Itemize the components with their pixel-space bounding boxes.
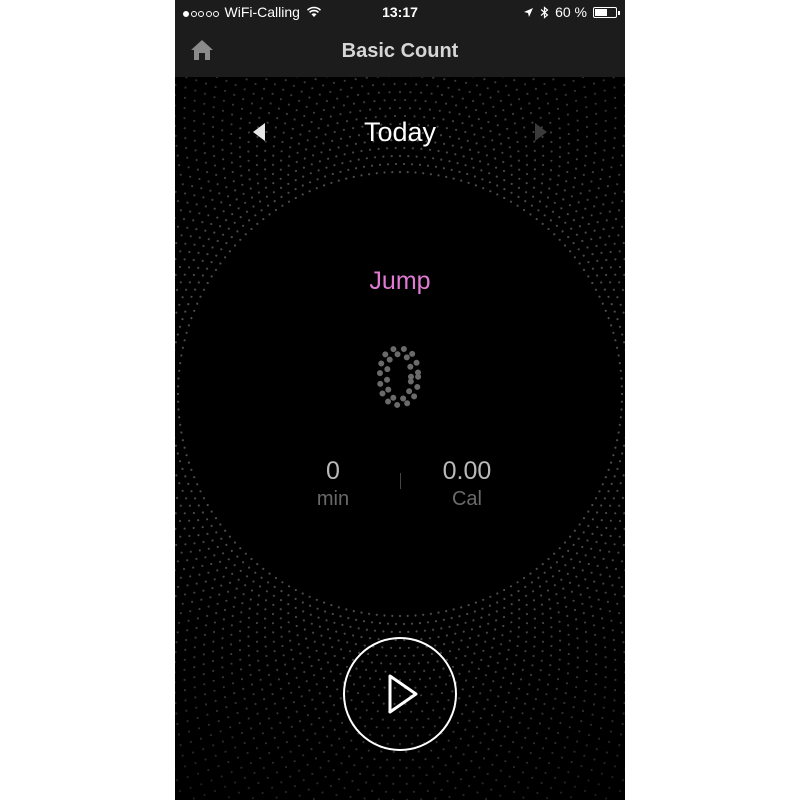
duration-unit: min xyxy=(316,488,350,510)
calories-value: 0.00 xyxy=(442,457,492,485)
chevron-right-icon[interactable] xyxy=(535,123,547,141)
jump-count-display: 0 xyxy=(374,344,425,416)
navigation-bar: Basic Count xyxy=(175,24,625,77)
date-label: Today xyxy=(363,117,437,147)
duration-value: 0 xyxy=(326,457,340,485)
activity-mode-label: Jump xyxy=(369,267,431,295)
date-navigator: Today xyxy=(175,117,625,149)
battery-icon xyxy=(593,6,620,18)
phone-screen: WiFi-Calling 13:17 60 % Basic Count Toda… xyxy=(175,0,625,800)
stat-divider xyxy=(400,473,401,489)
status-right-group: 60 % xyxy=(523,4,620,20)
duration-stat: 0 min xyxy=(293,457,373,511)
status-bar: WiFi-Calling 13:17 60 % xyxy=(175,0,625,24)
calories-unit: Cal xyxy=(451,488,482,510)
jump-count-value: 0 xyxy=(377,344,422,416)
location-arrow-icon xyxy=(524,7,534,17)
bluetooth-icon xyxy=(540,5,549,19)
play-icon xyxy=(388,674,418,714)
page-title: Basic Count xyxy=(341,40,459,62)
calories-stat: 0.00 Cal xyxy=(425,457,509,511)
battery-percent: 60 % xyxy=(555,4,587,20)
play-button[interactable] xyxy=(343,637,457,751)
